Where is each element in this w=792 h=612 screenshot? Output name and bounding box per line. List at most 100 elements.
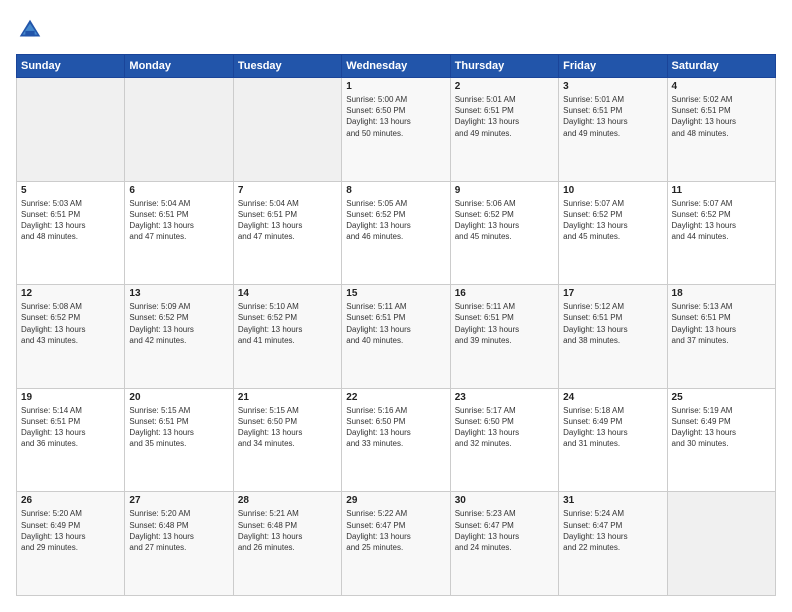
calendar-cell: 24 Sunrise: 5:18 AM Sunset: 6:49 PM Dayli…: [559, 388, 667, 492]
day-number: 6: [129, 185, 228, 196]
day-info: Sunrise: 5:21 AM Sunset: 6:48 PM Dayligh…: [238, 508, 337, 553]
calendar-cell: 9 Sunrise: 5:06 AM Sunset: 6:52 PM Daylig…: [450, 181, 558, 285]
calendar-cell: 15 Sunrise: 5:11 AM Sunset: 6:51 PM Dayli…: [342, 285, 450, 389]
day-info: Sunrise: 5:22 AM Sunset: 6:47 PM Dayligh…: [346, 508, 445, 553]
calendar-cell: 13 Sunrise: 5:09 AM Sunset: 6:52 PM Dayli…: [125, 285, 233, 389]
calendar-cell: [667, 492, 775, 596]
header: [16, 16, 776, 44]
day-info: Sunrise: 5:12 AM Sunset: 6:51 PM Dayligh…: [563, 301, 662, 346]
day-info: Sunrise: 5:14 AM Sunset: 6:51 PM Dayligh…: [21, 405, 120, 450]
calendar-cell: 17 Sunrise: 5:12 AM Sunset: 6:51 PM Dayli…: [559, 285, 667, 389]
day-number: 10: [563, 185, 662, 196]
calendar-table: SundayMondayTuesdayWednesdayThursdayFrid…: [16, 54, 776, 596]
day-number: 27: [129, 495, 228, 506]
calendar-cell: 5 Sunrise: 5:03 AM Sunset: 6:51 PM Daylig…: [17, 181, 125, 285]
day-number: 29: [346, 495, 445, 506]
day-number: 1: [346, 81, 445, 92]
weekday-header-saturday: Saturday: [667, 55, 775, 78]
calendar-cell: 28 Sunrise: 5:21 AM Sunset: 6:48 PM Dayli…: [233, 492, 341, 596]
day-number: 21: [238, 392, 337, 403]
calendar-cell: 2 Sunrise: 5:01 AM Sunset: 6:51 PM Daylig…: [450, 78, 558, 182]
day-number: 8: [346, 185, 445, 196]
week-row-3: 12 Sunrise: 5:08 AM Sunset: 6:52 PM Dayli…: [17, 285, 776, 389]
week-row-5: 26 Sunrise: 5:20 AM Sunset: 6:49 PM Dayli…: [17, 492, 776, 596]
day-info: Sunrise: 5:04 AM Sunset: 6:51 PM Dayligh…: [238, 198, 337, 243]
day-number: 4: [672, 81, 771, 92]
day-info: Sunrise: 5:20 AM Sunset: 6:48 PM Dayligh…: [129, 508, 228, 553]
day-number: 20: [129, 392, 228, 403]
weekday-header-monday: Monday: [125, 55, 233, 78]
calendar-cell: 14Sunrise: 5:10 AM Sunset: 6:52 PM Dayli…: [233, 285, 341, 389]
calendar-cell: 18 Sunrise: 5:13 AM Sunset: 6:51 PM Dayli…: [667, 285, 775, 389]
day-info: Sunrise: 5:16 AM Sunset: 6:50 PM Dayligh…: [346, 405, 445, 450]
week-row-1: 1 Sunrise: 5:00 AM Sunset: 6:50 PM Daylig…: [17, 78, 776, 182]
day-number: 16: [455, 288, 554, 299]
calendar-cell: 19 Sunrise: 5:14 AM Sunset: 6:51 PM Dayli…: [17, 388, 125, 492]
day-number: 9: [455, 185, 554, 196]
calendar-cell: [17, 78, 125, 182]
calendar-cell: 27 Sunrise: 5:20 AM Sunset: 6:48 PM Dayli…: [125, 492, 233, 596]
week-row-4: 19 Sunrise: 5:14 AM Sunset: 6:51 PM Dayli…: [17, 388, 776, 492]
weekday-header-friday: Friday: [559, 55, 667, 78]
day-info: Sunrise: 5:23 AM Sunset: 6:47 PM Dayligh…: [455, 508, 554, 553]
calendar-cell: 7 Sunrise: 5:04 AM Sunset: 6:51 PM Daylig…: [233, 181, 341, 285]
weekday-header-sunday: Sunday: [17, 55, 125, 78]
calendar-cell: 31Sunrise: 5:24 AM Sunset: 6:47 PM Dayli…: [559, 492, 667, 596]
calendar-cell: 29 Sunrise: 5:22 AM Sunset: 6:47 PM Dayli…: [342, 492, 450, 596]
calendar-cell: 25Sunrise: 5:19 AM Sunset: 6:49 PM Dayli…: [667, 388, 775, 492]
day-info: Sunrise: 5:04 AM Sunset: 6:51 PM Dayligh…: [129, 198, 228, 243]
weekday-header-tuesday: Tuesday: [233, 55, 341, 78]
day-info: Sunrise: 5:13 AM Sunset: 6:51 PM Dayligh…: [672, 301, 771, 346]
day-info: Sunrise: 5:01 AM Sunset: 6:51 PM Dayligh…: [455, 94, 554, 139]
day-info: Sunrise: 5:02 AM Sunset: 6:51 PM Dayligh…: [672, 94, 771, 139]
day-number: 22: [346, 392, 445, 403]
calendar-cell: [125, 78, 233, 182]
day-number: 28: [238, 495, 337, 506]
calendar-cell: 6 Sunrise: 5:04 AM Sunset: 6:51 PM Daylig…: [125, 181, 233, 285]
day-number: 13: [129, 288, 228, 299]
day-number: 30: [455, 495, 554, 506]
calendar-cell: 22 Sunrise: 5:16 AM Sunset: 6:50 PM Dayli…: [342, 388, 450, 492]
day-number: 7: [238, 185, 337, 196]
day-info: Sunrise: 5:11 AM Sunset: 6:51 PM Dayligh…: [455, 301, 554, 346]
calendar-cell: 10 Sunrise: 5:07 AM Sunset: 6:52 PM Dayli…: [559, 181, 667, 285]
day-number: 12: [21, 288, 120, 299]
day-info: Sunrise: 5:17 AM Sunset: 6:50 PM Dayligh…: [455, 405, 554, 450]
day-number: 24: [563, 392, 662, 403]
day-number: 25: [672, 392, 771, 403]
logo-icon: [16, 16, 44, 44]
day-number: 19: [21, 392, 120, 403]
day-info: Sunrise: 5:11 AM Sunset: 6:51 PM Dayligh…: [346, 301, 445, 346]
day-info: Sunrise: 5:05 AM Sunset: 6:52 PM Dayligh…: [346, 198, 445, 243]
day-info: Sunrise: 5:20 AM Sunset: 6:49 PM Dayligh…: [21, 508, 120, 553]
day-number: 31: [563, 495, 662, 506]
day-info: Sunrise: 5:07 AM Sunset: 6:52 PM Dayligh…: [672, 198, 771, 243]
calendar-cell: 20Sunrise: 5:15 AM Sunset: 6:51 PM Dayli…: [125, 388, 233, 492]
day-number: 2: [455, 81, 554, 92]
day-number: 3: [563, 81, 662, 92]
day-number: 14: [238, 288, 337, 299]
calendar-cell: 3Sunrise: 5:01 AM Sunset: 6:51 PM Daylig…: [559, 78, 667, 182]
calendar-cell: 23 Sunrise: 5:17 AM Sunset: 6:50 PM Dayli…: [450, 388, 558, 492]
day-info: Sunrise: 5:09 AM Sunset: 6:52 PM Dayligh…: [129, 301, 228, 346]
day-number: 17: [563, 288, 662, 299]
day-info: Sunrise: 5:07 AM Sunset: 6:52 PM Dayligh…: [563, 198, 662, 243]
weekday-header-thursday: Thursday: [450, 55, 558, 78]
weekday-header-row: SundayMondayTuesdayWednesdayThursdayFrid…: [17, 55, 776, 78]
day-info: Sunrise: 5:08 AM Sunset: 6:52 PM Dayligh…: [21, 301, 120, 346]
day-number: 11: [672, 185, 771, 196]
day-info: Sunrise: 5:00 AM Sunset: 6:50 PM Dayligh…: [346, 94, 445, 139]
day-info: Sunrise: 5:18 AM Sunset: 6:49 PM Dayligh…: [563, 405, 662, 450]
day-info: Sunrise: 5:06 AM Sunset: 6:52 PM Dayligh…: [455, 198, 554, 243]
calendar-cell: 21Sunrise: 5:15 AM Sunset: 6:50 PM Dayli…: [233, 388, 341, 492]
day-number: 5: [21, 185, 120, 196]
calendar-cell: 30 Sunrise: 5:23 AM Sunset: 6:47 PM Dayli…: [450, 492, 558, 596]
calendar-cell: [233, 78, 341, 182]
weekday-header-wednesday: Wednesday: [342, 55, 450, 78]
day-number: 18: [672, 288, 771, 299]
calendar-cell: 8 Sunrise: 5:05 AM Sunset: 6:52 PM Daylig…: [342, 181, 450, 285]
day-number: 26: [21, 495, 120, 506]
day-number: 23: [455, 392, 554, 403]
day-number: 15: [346, 288, 445, 299]
day-info: Sunrise: 5:03 AM Sunset: 6:51 PM Dayligh…: [21, 198, 120, 243]
